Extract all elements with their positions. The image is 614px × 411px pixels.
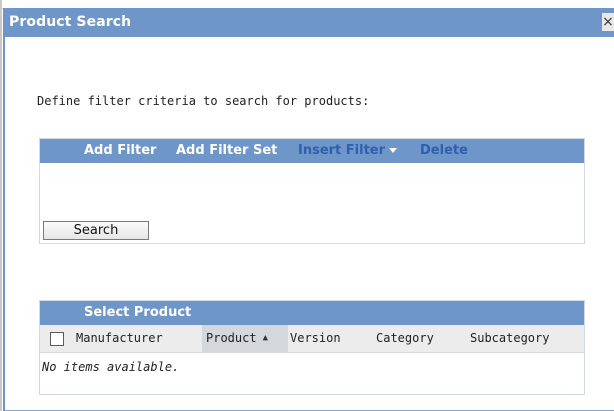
column-header-product-label: Product — [206, 331, 257, 345]
instructions-text: Define filter criteria to search for pro… — [37, 94, 370, 108]
delete-button[interactable]: Delete — [420, 143, 468, 158]
product-search-dialog: Product Search × Define filter criteria … — [3, 8, 614, 411]
add-filter-set-button[interactable]: Add Filter Set — [176, 143, 277, 158]
grid-header: Select Product — [40, 301, 584, 325]
column-header-version[interactable]: Version — [290, 325, 341, 352]
insert-filter-menu[interactable]: Insert Filter — [298, 143, 398, 158]
filter-panel: Add Filter Add Filter Set Insert Filter … — [39, 138, 585, 244]
column-header-subcategory[interactable]: Subcategory — [470, 325, 549, 352]
empty-message: No items available. — [42, 360, 180, 374]
background-window-edge — [0, 0, 2, 411]
column-header-product[interactable]: Product ▲ — [202, 325, 288, 352]
chevron-down-icon — [389, 148, 398, 153]
column-header-category[interactable]: Category — [376, 325, 434, 352]
grid-title: Select Product — [84, 305, 192, 320]
filter-toolbar: Add Filter Add Filter Set Insert Filter … — [40, 139, 584, 163]
dialog-titlebar[interactable]: Product Search × — [5, 8, 614, 37]
dialog-title: Product Search — [9, 14, 132, 30]
add-filter-button[interactable]: Add Filter — [84, 143, 156, 158]
close-icon[interactable]: × — [602, 13, 614, 31]
sort-ascending-icon: ▲ — [262, 333, 268, 343]
select-product-grid: Select Product Manufacturer Product ▲ Ver… — [39, 300, 585, 395]
screen: Product Search × Define filter criteria … — [0, 0, 614, 411]
column-header-row: Manufacturer Product ▲ Version Category S… — [40, 325, 584, 353]
search-button[interactable]: Search — [43, 221, 149, 240]
insert-filter-label: Insert Filter — [298, 143, 386, 158]
select-all-checkbox[interactable] — [50, 332, 64, 346]
column-header-manufacturer[interactable]: Manufacturer — [76, 325, 163, 352]
